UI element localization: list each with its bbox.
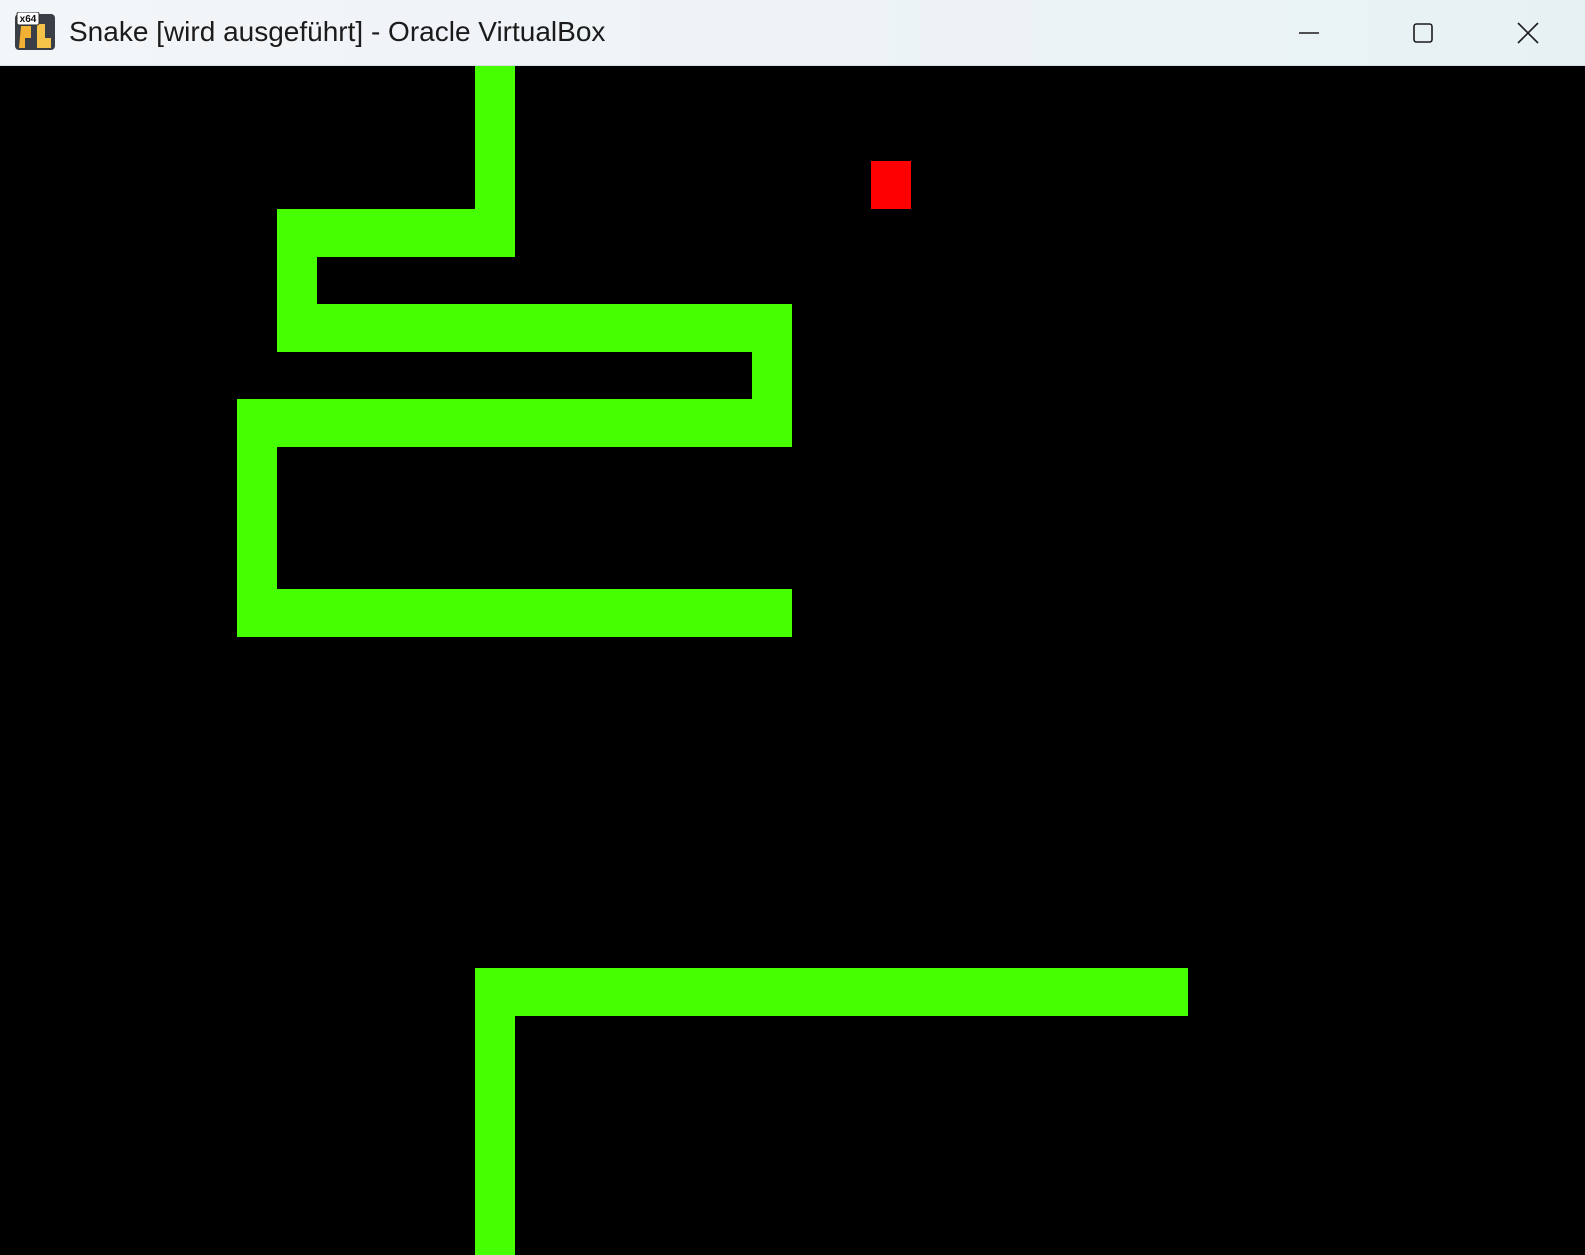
close-icon: [1517, 22, 1539, 44]
window-title: Snake [wird ausgeführt] - Oracle Virtual…: [69, 16, 606, 47]
virtualbox-x64-icon[interactable]: x64: [15, 11, 55, 50]
minimize-icon: [1299, 32, 1319, 34]
snake-segment: [277, 304, 792, 352]
maximize-icon: [1413, 23, 1433, 43]
maximize-button[interactable]: [1366, 0, 1480, 66]
snake-segment: [475, 968, 515, 1255]
virtualbox-window: x64 Snake [wird ausgeführt] - Oracle Vir…: [0, 0, 1585, 1255]
snake-segment: [237, 589, 792, 637]
minimize-button[interactable]: [1252, 0, 1366, 66]
vm-display[interactable]: [0, 66, 1585, 1255]
title-bar[interactable]: x64 Snake [wird ausgeführt] - Oracle Vir…: [0, 0, 1585, 66]
x64-badge-text: x64: [20, 14, 37, 25]
snake-segment: [475, 968, 1188, 1016]
snake-game-board: [0, 66, 1585, 1255]
snake-segment: [237, 399, 792, 447]
game-background: [0, 66, 1585, 1255]
food-apple: [871, 161, 911, 209]
close-button[interactable]: [1471, 0, 1585, 66]
